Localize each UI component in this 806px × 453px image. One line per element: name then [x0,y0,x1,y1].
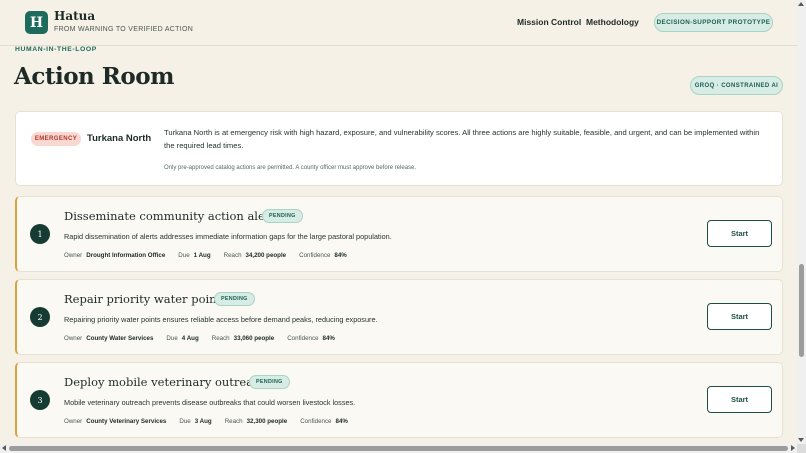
top-navigation-bar: H Hatua FROM WARNING TO VERIFIED ACTION … [0,0,797,46]
reach-label: Reach [211,335,230,342]
due-value: 4 Aug [181,335,199,342]
horizontal-scroll-thumb[interactable] [9,446,788,451]
arrow-down-icon[interactable] [798,438,804,442]
status-badge: PENDING [214,292,255,306]
nav-mission-control[interactable]: Mission Control [517,17,581,27]
vertical-scrollbar[interactable] [797,0,806,444]
start-button[interactable]: Start [707,386,772,413]
action-card: 1 Disseminate community action alerts PE… [15,196,783,272]
reach-label: Reach [224,418,243,425]
section-eyebrow: HUMAN-IN-THE-LOOP [15,46,97,53]
county-name: Turkana North [87,133,152,144]
status-badge: PENDING [249,375,290,389]
action-meta: Owner Drought Information Office Due 1 Aug… [64,252,360,259]
action-number: 2 [30,307,50,327]
action-title: Repair priority water points [64,292,228,306]
action-description: Mobile veterinary outreach prevents dise… [64,398,356,407]
confidence-label: Confidence [299,252,331,259]
risk-summary-card: EMERGENCY Turkana North Turkana North is… [15,111,783,186]
owner-value: Drought Information Office [86,252,166,259]
owner-label: Owner [64,252,83,259]
reach-value: 32,300 people [246,418,288,425]
reach-value: 34,200 people [245,252,287,259]
due-label: Due [178,252,190,259]
emergency-badge: EMERGENCY [31,132,81,146]
start-button[interactable]: Start [707,303,772,330]
action-title: Disseminate community action alerts [64,209,281,223]
owner-value: County Veterinary Services [86,418,167,425]
brand-tagline: FROM WARNING TO VERIFIED ACTION [54,26,194,33]
hatua-logo[interactable]: H [25,11,48,34]
prototype-badge: DECISION-SUPPORT PROTOTYPE [654,13,773,32]
confidence-value: 84% [322,335,335,342]
action-number: 3 [30,390,50,410]
nav-methodology[interactable]: Methodology [586,17,639,27]
start-button[interactable]: Start [707,220,772,247]
due-value: 3 Aug [194,418,212,425]
scrollbar-corner [797,444,806,453]
action-title: Deploy mobile veterinary outreach [64,375,267,389]
confidence-label: Confidence [300,418,332,425]
status-badge: PENDING [262,209,303,223]
action-description: Rapid dissemination of alerts addresses … [64,232,392,241]
confidence-label: Confidence [287,335,319,342]
owner-label: Owner [64,335,83,342]
due-label: Due [179,418,191,425]
action-meta: Owner County Veterinary Services Due 3 Aug… [64,418,361,425]
confidence-value: 84% [334,252,347,259]
action-card: 2 Repair priority water points PENDING R… [15,279,783,355]
owner-label: Owner [64,418,83,425]
page-title: Action Room [14,63,174,90]
action-meta: Owner County Water Services Due 4 Aug Reac… [64,335,348,342]
due-label: Due [166,335,178,342]
action-card: 3 Deploy mobile veterinary outreach PEND… [15,362,783,438]
arrow-right-icon[interactable] [791,445,795,451]
reach-value: 33,060 people [233,335,275,342]
action-description: Repairing priority water points ensures … [64,315,378,324]
brand-name[interactable]: Hatua [54,9,95,23]
arrow-left-icon[interactable] [2,445,6,451]
approval-note: Only pre-approved catalog actions are pe… [164,165,417,171]
ai-mode-badge: GROQ · CONSTRAINED AI [690,76,783,95]
arrow-up-icon[interactable] [798,2,804,6]
owner-value: County Water Services [86,335,154,342]
due-value: 1 Aug [193,252,211,259]
horizontal-scrollbar[interactable] [0,444,797,453]
summary-text: Turkana North is at emergency risk with … [164,128,760,150]
action-number: 1 [30,224,50,244]
reach-label: Reach [223,252,242,259]
vertical-scroll-thumb[interactable] [799,264,804,357]
page-viewport: H Hatua FROM WARNING TO VERIFIED ACTION … [0,0,797,444]
confidence-value: 84% [335,418,348,425]
